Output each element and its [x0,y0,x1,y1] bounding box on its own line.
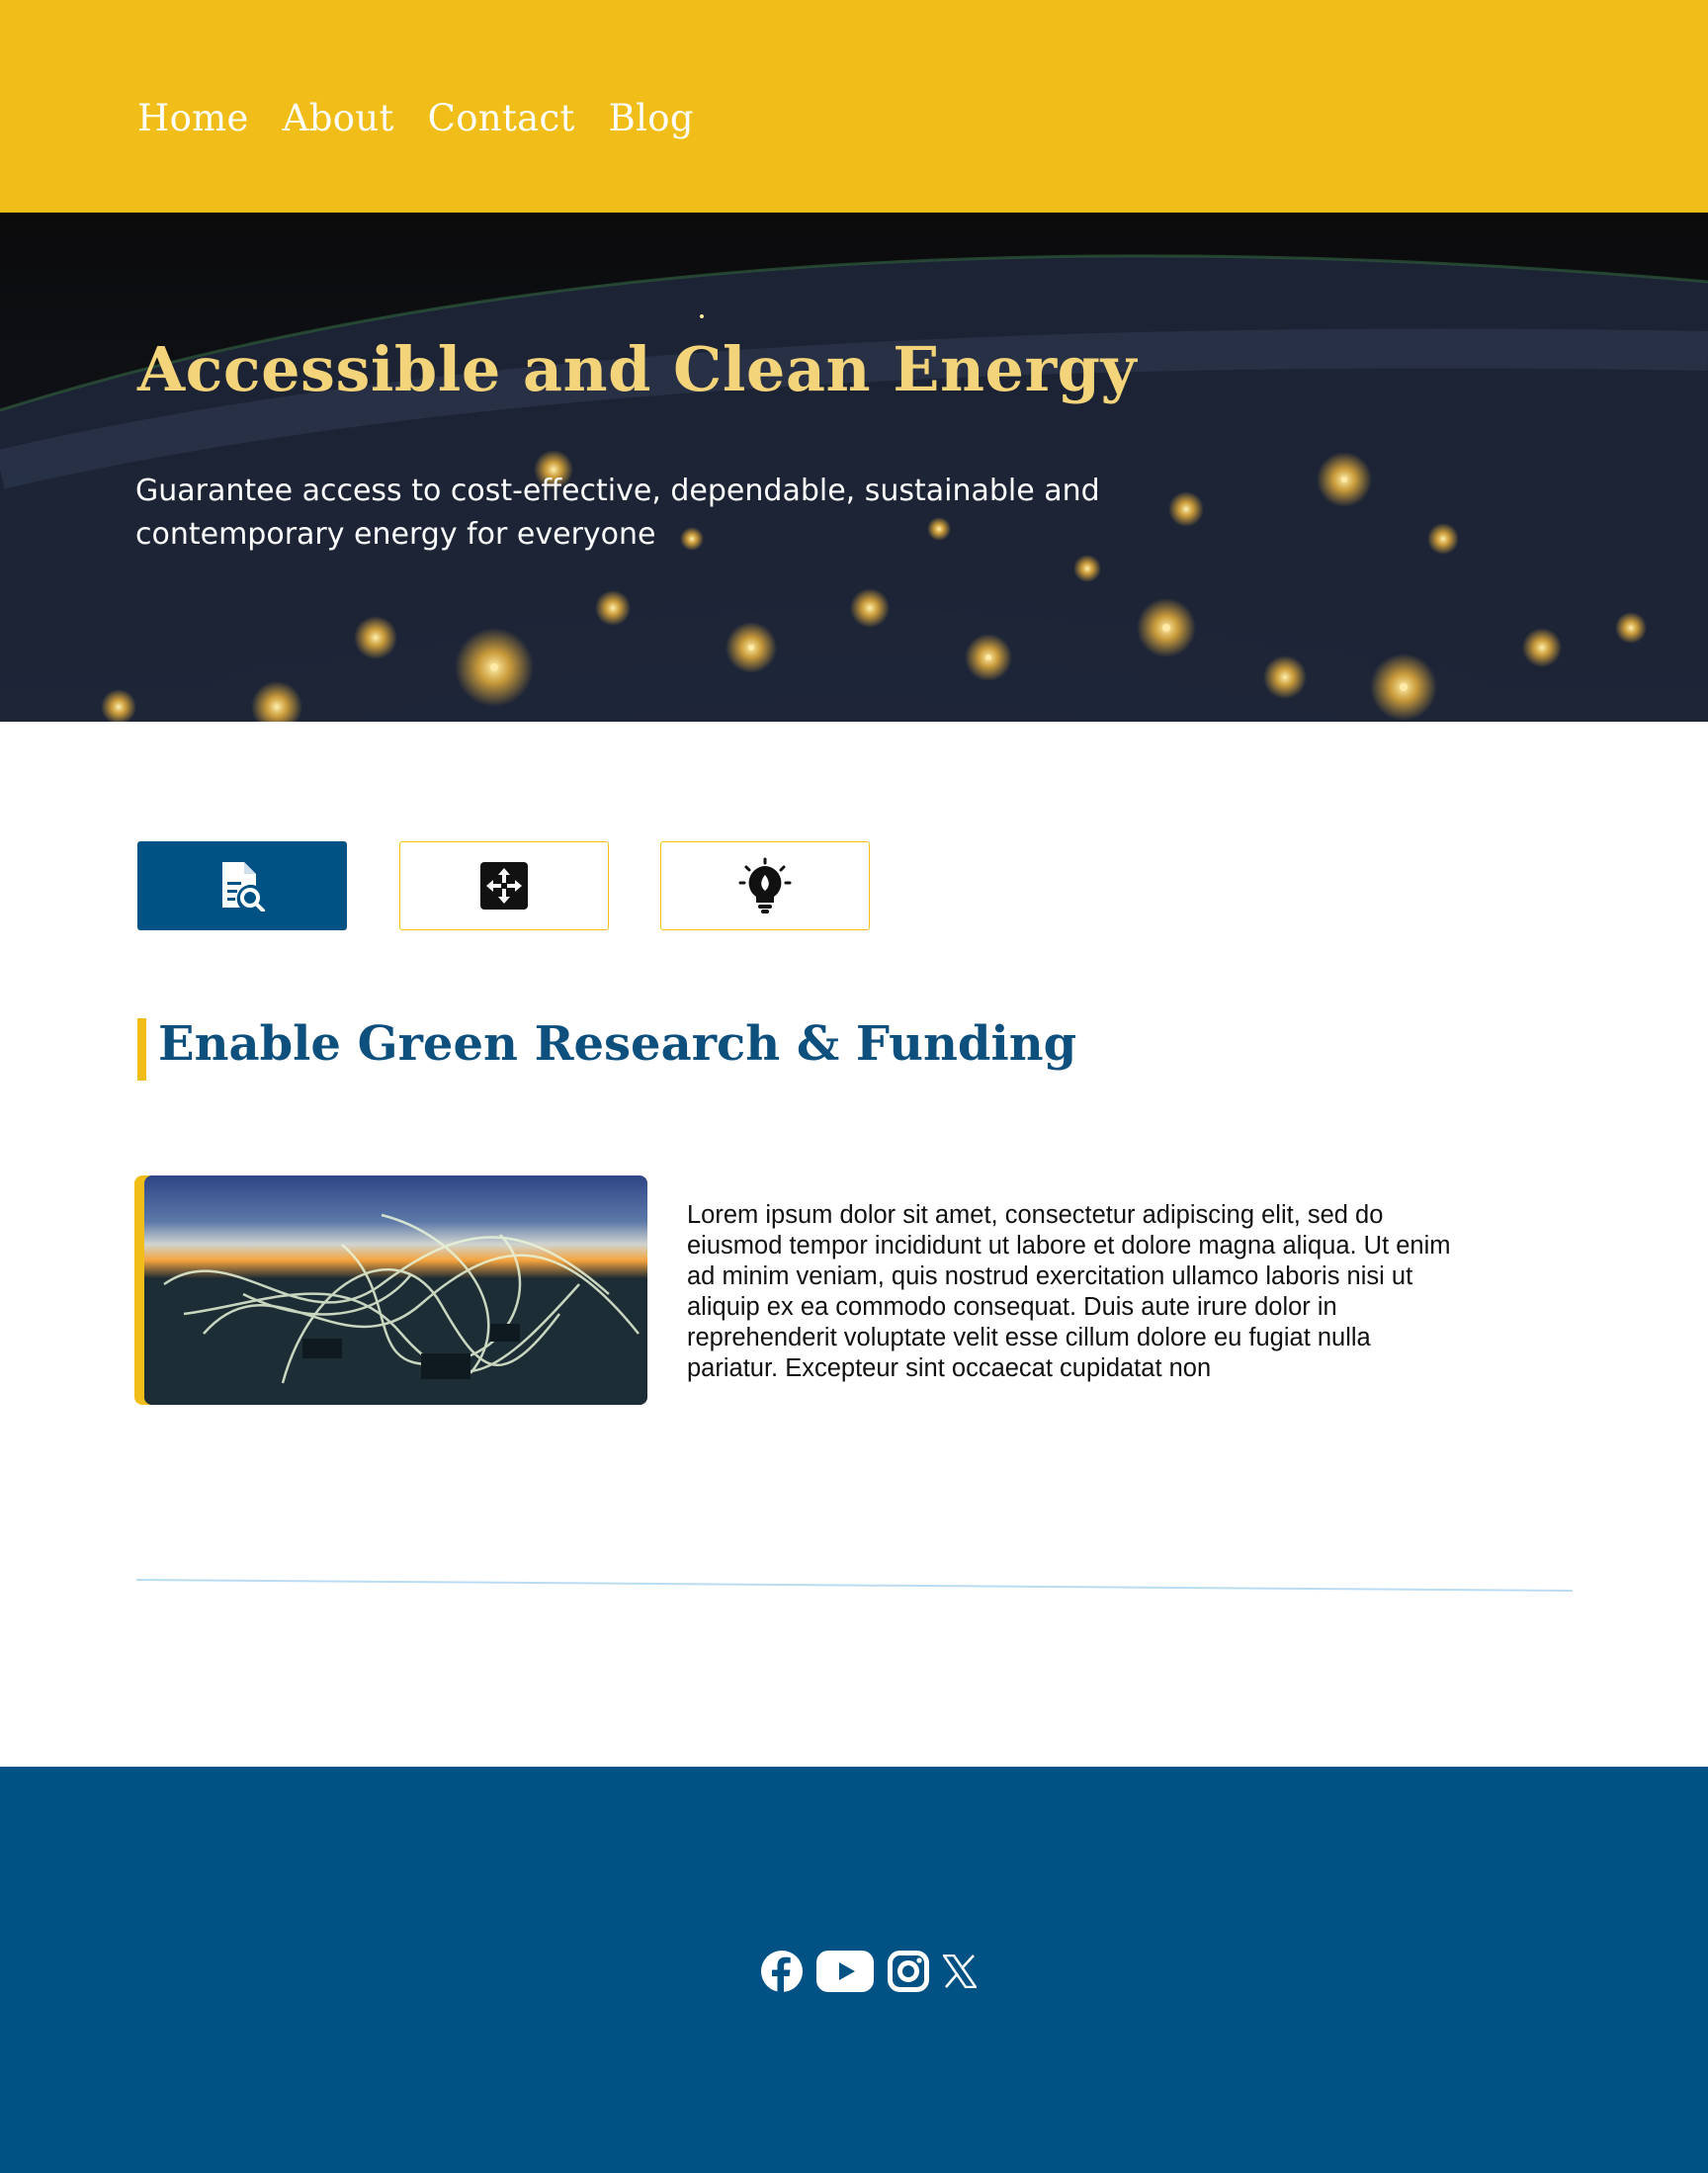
hero-title: Accessible and Clean Energy [137,333,1138,405]
nav-home-link[interactable]: Home [137,97,249,139]
x-icon[interactable] [941,1954,979,1992]
section-title-accent [137,1018,146,1081]
section-title: Enable Green Research & Funding [158,1016,1077,1072]
document-search-icon [222,862,265,912]
youtube-icon[interactable] [816,1951,874,1996]
instagram-icon[interactable] [888,1951,929,1996]
nav-blog-link[interactable]: Blog [609,97,694,139]
tab-ideas[interactable] [660,841,870,930]
lightbulb-icon [738,857,792,913]
main-nav: Home About Contact Blog [137,97,694,139]
move-arrows-icon [480,862,528,910]
social-links [761,1951,979,1996]
facebook-icon[interactable] [761,1951,803,1996]
tab-research[interactable] [137,841,347,930]
nav-contact-link[interactable]: Contact [428,97,575,139]
earth-night-image [0,254,1708,722]
site-header: Home About Contact Blog [0,0,1708,213]
hero-subtitle: Guarantee access to cost-effective, depe… [135,474,1100,552]
hero-banner: Accessible and Clean Energy Guarantee ac… [0,213,1708,722]
tab-expand[interactable] [399,841,609,930]
section-divider [136,1579,1573,1592]
light-trails-image [144,1175,647,1405]
nav-about-link[interactable]: About [283,97,394,139]
section-body-text: Lorem ipsum dolor sit amet, consectetur … [687,1201,1451,1382]
